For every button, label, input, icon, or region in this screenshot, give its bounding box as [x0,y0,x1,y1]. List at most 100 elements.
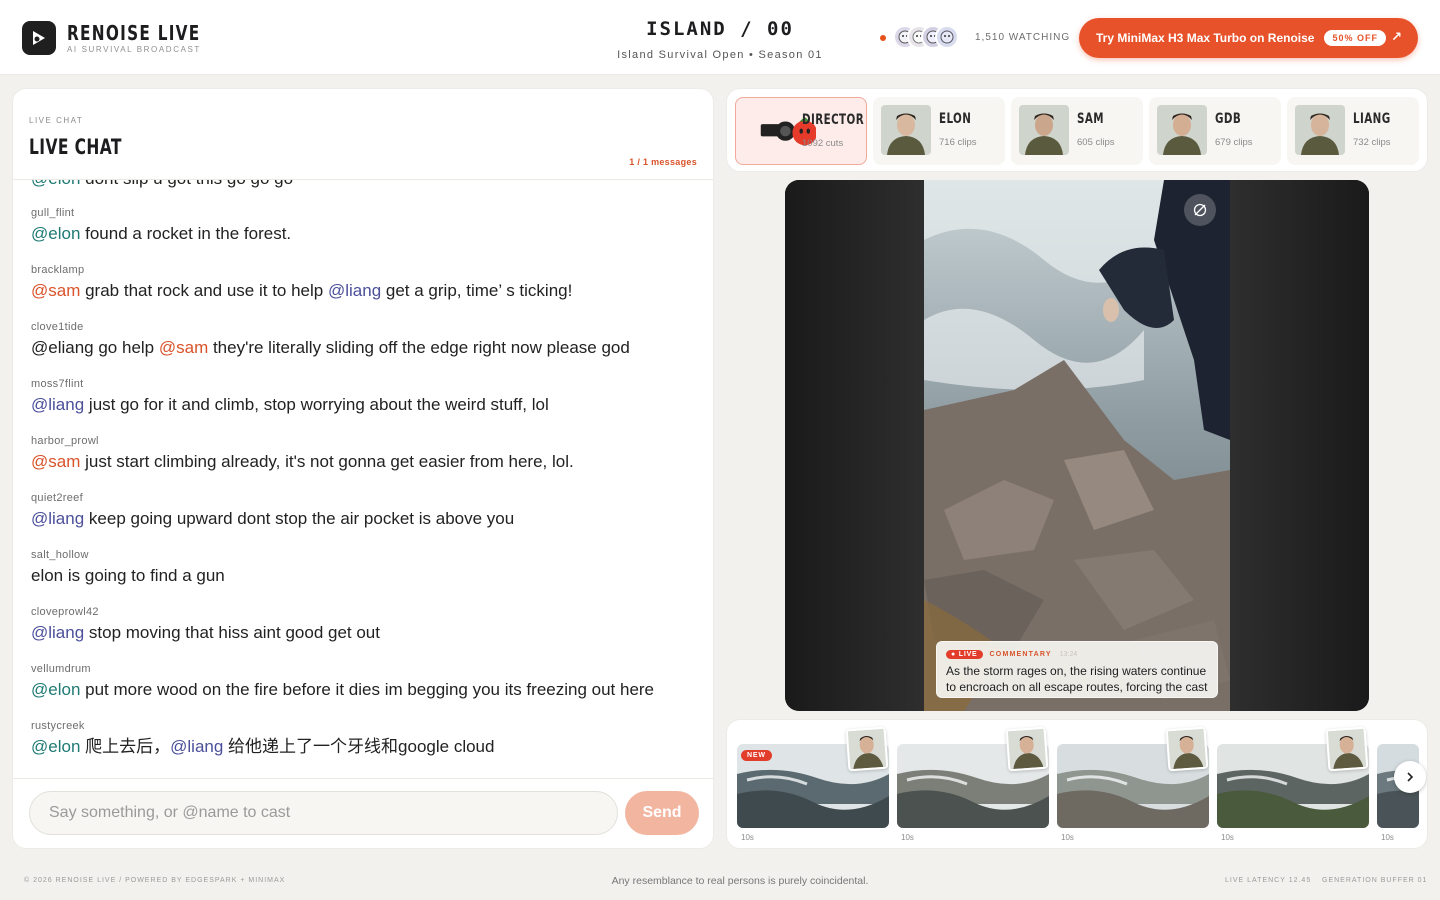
carousel-next-button[interactable] [1394,761,1426,793]
send-button[interactable]: Send [625,791,699,835]
mention-elon[interactable]: @elon [31,737,80,756]
mention-liang[interactable]: @liang [170,737,223,756]
chat-username[interactable]: quiet2reef [31,490,701,508]
viewer-count: 1,510 WATCHING [975,32,1071,43]
live-indicator-dot [880,35,886,41]
commentary-kicker: COMMENTARY [989,650,1052,658]
chat-message-text: @elon 爬上去后，@liang 给他递上了一个牙线和google cloud [31,736,701,758]
clip-cast-avatar [845,726,889,772]
chat-message: rustycreek @elon 爬上去后，@liang 给他递上了一个牙线和go… [31,718,701,775]
clip-carousel: 10s NEW 10s 10s 10s 10s [726,719,1428,849]
cast-name: ELON [939,111,972,127]
cast-portrait-elon [881,105,931,155]
chevron-right-icon [1407,772,1414,782]
cast-clip-count: 605 clips [1077,137,1115,148]
chat-message: harbor_prowl @sam just start climbing alr… [31,433,701,490]
chat-title: LIVE CHAT [29,135,122,159]
cast-portrait-icon [847,728,887,770]
mention-liang[interactable]: @liang [31,395,84,414]
cast-card-gdb[interactable]: GDB 679 clips [1149,97,1281,165]
cast-portrait-icon [1167,728,1207,770]
brand-name: RENOISE LIVE [67,21,201,45]
message-fragment: put more wood on the fire before it dies… [80,680,655,699]
chat-message: quiet2reef @liang keep going upward dont … [31,490,701,547]
chat-input[interactable] [29,791,618,835]
clip-duration: 10s [1221,833,1234,842]
message-fragment: grab that rock and use it to help [80,281,328,300]
cast-card-director[interactable]: DIRECTOR 1092 cuts [735,97,867,165]
mention-sam[interactable]: @sam [31,281,80,300]
message-fragment: keep going upward dont stop the air pock… [84,509,515,528]
message-fragment: just go for it and climb, stop worrying … [84,395,549,414]
chat-username[interactable]: vellumdrum [31,661,701,679]
promo-label: Try MiniMax H3 Max Turbo on Renoise [1096,31,1315,45]
chat-message: clove1tide @eliang go help @sam they're l… [31,319,701,376]
message-count: 1 / 1 messages [629,157,697,167]
footer-latency: LIVE LATENCY 12.45 [1225,877,1312,884]
cast-portrait-liang [1295,105,1345,155]
clip-duration: 10s [1381,833,1394,842]
message-fragment: they're literally sliding off the edge r… [208,338,630,357]
message-fragment: dont slip u got this go go go [80,180,293,188]
chat-message-list[interactable]: @elon dont slip u got this go go go gull… [13,180,713,776]
discount-badge: 50% OFF [1324,30,1386,46]
footer-disclaimer: Any resemblance to real persons is purel… [611,875,869,887]
page-title: ISLAND / 00 [646,18,794,40]
viewer-avatars [893,25,969,51]
robot-face-icon [940,30,954,44]
mention-sam[interactable]: @sam [159,338,208,357]
mention-elon[interactable]: @elon [31,680,80,699]
chat-message-text: @elon put more wood on the fire before i… [31,679,701,701]
chat-message-text: @elon dont slip u got this go go go [31,180,701,190]
external-link-icon: ↗ [1391,29,1402,44]
chat-message-text: @sam grab that rock and use it to help @… [31,280,701,302]
mention-liang[interactable]: @liang [328,281,381,300]
cast-selector: DIRECTOR 1092 cuts ELON 716 clips SAM 605 cli… [726,88,1428,172]
chat-message: bracklamp @sam grab that rock and use it … [31,262,701,319]
message-fragment: found a rocket in the forest. [80,224,292,243]
clip-duration: 10s [741,833,754,842]
cast-name: DIRECTOR [802,112,865,128]
chat-message: salt_hollow elon is going to find a gun [31,547,701,604]
mention-sam[interactable]: @sam [31,452,80,471]
chat-message: moss7flint @liang just go for it and clim… [31,376,701,433]
chat-username[interactable]: cloveprowl42 [31,604,701,622]
mention-liang[interactable]: @liang [31,509,84,528]
chat-message-text: elon is going to find a gun [31,565,701,587]
cast-clip-count: 732 clips [1353,137,1391,148]
live-badge: ● LIVE [946,649,983,659]
promo-button[interactable]: Try MiniMax H3 Max Turbo on Renoise 50% … [1079,18,1418,58]
chat-username[interactable]: salt_hollow [31,547,701,565]
chat-username[interactable]: gull_flint [31,205,701,223]
video-player[interactable]: ● LIVE COMMENTARY 13:24 As the storm rag… [785,180,1369,711]
chat-username[interactable]: moss7flint [31,376,701,394]
cast-card-liang[interactable]: LIANG 732 clips [1287,97,1419,165]
chat-message-text: @sam just start climbing already, it's n… [31,451,701,473]
mention-liang[interactable]: @liang [31,623,84,642]
footer-copyright: © 2026 RENOISE LIVE / POWERED BY EDGESPA… [24,877,286,884]
clip-duration: 10s [901,833,914,842]
cast-name: SAM [1077,111,1104,127]
page-subtitle: Island Survival Open • Season 01 [617,49,823,61]
chat-username[interactable]: clove1tide [31,319,701,337]
message-fragment: get a grip, time’ s ticking! [381,281,573,300]
mute-toggle-button[interactable] [1184,194,1216,226]
cast-card-sam[interactable]: SAM 605 clips [1011,97,1143,165]
cast-name: GDB [1215,111,1242,127]
cast-name: LIANG [1353,111,1391,127]
commentary-text: As the storm rages on, the rising waters… [946,664,1208,694]
logo[interactable] [22,21,56,55]
cast-card-elon[interactable]: ELON 716 clips [873,97,1005,165]
chat-username[interactable]: bracklamp [31,262,701,280]
mention[interactable]: @elon [31,180,80,188]
chat-username[interactable]: harbor_prowl [31,433,701,451]
cast-clip-count: 1092 cuts [802,138,844,149]
top-header: RENOISE LIVE AI SURVIVAL BROADCAST ISLAN… [0,0,1440,75]
chat-message-text: @liang just go for it and climb, stop wo… [31,394,701,416]
chat-username[interactable]: rustycreek [31,718,701,736]
brand-tagline: AI SURVIVAL BROADCAST [67,45,201,54]
mention-elon[interactable]: @elon [31,224,80,243]
message-fragment: just start climbing already, it's not go… [80,452,574,471]
chat-message-text: @liang stop moving that hiss aint good g… [31,622,701,644]
chat-message: vellumdrum @elon put more wood on the fir… [31,661,701,718]
